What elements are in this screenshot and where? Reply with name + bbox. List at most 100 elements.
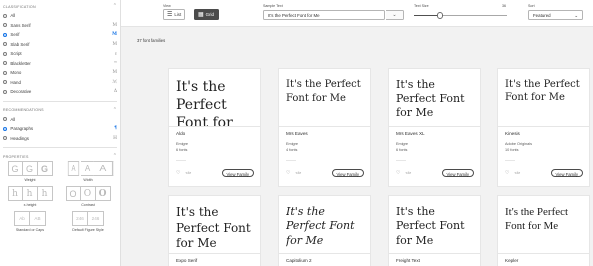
default-figure-style-option[interactable]: 246 — [88, 211, 104, 226]
view-label: View — [163, 4, 171, 8]
radio-button[interactable] — [3, 42, 8, 47]
foundry-name[interactable]: Adobe Originals — [505, 142, 532, 147]
code-icon[interactable]: </> — [295, 170, 301, 176]
radio-button[interactable] — [3, 23, 8, 28]
heart-icon[interactable]: ♡ — [396, 170, 400, 176]
classification-option-hand[interactable]: Hand ℳ — [0, 78, 120, 88]
font-card-capitolium-2[interactable]: It's the Perfect Font for Me Capitolium 2 — [278, 195, 371, 266]
classification-option-all[interactable]: All — [0, 11, 120, 21]
font-card-mrs-eaves[interactable]: It's the Perfect Font for Me Mrs Eaves Emi… — [278, 68, 371, 187]
font-specimen: It's the Perfect Font for Me — [505, 79, 580, 103]
weight-option[interactable]: G — [7, 161, 23, 176]
chevron-up-icon[interactable]: ⌃ — [113, 107, 117, 113]
radio-button[interactable] — [3, 51, 8, 56]
text-size-slider-thumb[interactable] — [436, 12, 444, 19]
sample-text-input[interactable]: It's the Perfect Font for Me — [263, 10, 385, 20]
radio-button[interactable] — [3, 89, 8, 94]
font-card-kepler[interactable]: It's the Perfect Font for Me Kepler — [497, 195, 590, 266]
radio-button[interactable] — [3, 70, 8, 75]
classification-option-label: All — [10, 13, 16, 19]
classification-option-serif[interactable]: Serif M — [0, 30, 120, 40]
radio-button[interactable] — [3, 126, 8, 131]
font-count: 4 fonts — [286, 148, 298, 152]
heart-icon[interactable]: ♡ — [505, 170, 509, 176]
recommendations-list: All Paragraphs ¶ Headings H — [0, 115, 120, 144]
font-family-name[interactable]: Capitolium 2 — [286, 258, 312, 263]
standard-or-caps-option[interactable]: AB — [30, 211, 46, 226]
view-family-button[interactable]: View Family — [550, 169, 583, 177]
font-card-mrs-eaves-xl[interactable]: It's the Perfect Font for Me Mrs Eaves XL… — [388, 68, 481, 187]
font-family-name[interactable]: Kinesis — [505, 131, 520, 136]
font-family-name[interactable]: Expo Serif — [176, 258, 197, 263]
foundry-name[interactable]: Emigre — [286, 142, 298, 147]
chevron-up-icon[interactable]: ⌃ — [113, 154, 117, 159]
font-card-expo-serif[interactable]: It's the Perfect Font for Me Expo Serif — [168, 195, 261, 266]
contrast-option[interactable]: O — [65, 186, 81, 201]
view-family-button[interactable]: View Family — [221, 169, 254, 177]
chevron-down-icon: ⌄ — [392, 12, 397, 18]
font-family-name[interactable]: Aldo — [176, 131, 185, 136]
divider — [3, 147, 117, 148]
serif-glyph-icon: M — [112, 32, 117, 38]
specimen-divider — [498, 253, 589, 254]
font-card-freight-text[interactable]: It's the Perfect Font for Me Freight Text — [388, 195, 481, 266]
recommendations-option-paragraphs[interactable]: Paragraphs ¶ — [0, 124, 120, 134]
radio-button[interactable] — [3, 80, 8, 85]
font-card-kinesis[interactable]: It's the Perfect Font for Me Kinesis Adobe… — [497, 68, 590, 187]
radio-button[interactable] — [3, 61, 8, 66]
chevron-up-icon[interactable]: ⌃ — [113, 4, 117, 9]
sample-text-dropdown[interactable]: ⌄ — [386, 10, 404, 20]
heart-icon[interactable]: ♡ — [176, 170, 180, 176]
radio-button[interactable] — [3, 117, 8, 122]
weight-option[interactable]: G — [37, 161, 53, 176]
view-family-button[interactable]: View Family — [441, 169, 474, 177]
classification-option-script[interactable]: Script ℓ — [0, 49, 120, 59]
properties-header[interactable]: PROPERTIES ⌃ — [0, 152, 120, 161]
code-icon[interactable]: </> — [514, 170, 520, 176]
classification-header[interactable]: CLASSIFICATION ⌃ — [0, 2, 120, 11]
radio-button[interactable] — [3, 136, 8, 141]
recommendations-option-all[interactable]: All — [0, 115, 120, 125]
view-family-button[interactable]: View Family — [331, 169, 364, 177]
classification-option-decorative[interactable]: Decorative Δ — [0, 87, 120, 97]
font-family-name[interactable]: Kepler — [505, 258, 518, 263]
classification-option-slab-serif[interactable]: Slab Serif M — [0, 40, 120, 50]
sort-select[interactable]: Featured ⌄ — [528, 10, 583, 20]
width-label: Width — [83, 178, 93, 182]
specimen-divider — [498, 126, 589, 127]
grid-view-button[interactable]: ▦ Grid — [194, 9, 219, 20]
font-family-name[interactable]: Mrs Eaves — [286, 131, 308, 136]
contrast-option[interactable]: O — [80, 186, 96, 201]
font-family-name[interactable]: Mrs Eaves XL — [396, 131, 425, 136]
x-height-option[interactable]: h — [22, 186, 38, 201]
contrast-option[interactable]: O — [95, 186, 111, 201]
list-view-button[interactable]: ☰ List — [163, 9, 185, 20]
heart-icon[interactable]: ♡ — [286, 170, 290, 176]
foundry-name[interactable]: Emigre — [176, 142, 188, 147]
classification-option-mono[interactable]: Mono M — [0, 68, 120, 78]
default-figure-style-option[interactable]: 246 — [72, 211, 88, 226]
width-option[interactable]: A — [93, 161, 113, 176]
width-option[interactable]: A — [67, 161, 79, 176]
standard-or-caps-option[interactable]: Ab — [14, 211, 30, 226]
script-glyph-icon: ℓ — [114, 51, 117, 57]
recommendations-header[interactable]: RECOMMENDATIONS ⌃ — [0, 106, 120, 115]
font-card-aldo[interactable]: It's the Perfect Font for Me Aldo Emigre6 … — [168, 68, 261, 187]
paragraphs-glyph-icon: ¶ — [114, 126, 117, 132]
radio-button[interactable] — [3, 13, 8, 18]
code-icon[interactable]: </> — [405, 170, 411, 176]
classification-option-blackletter[interactable]: Blackletter ᵐ — [0, 59, 120, 69]
specimen-divider — [279, 126, 370, 127]
code-icon[interactable]: </> — [185, 170, 191, 176]
font-count: 6 fonts — [176, 148, 188, 152]
recommendations-option-headings[interactable]: Headings H — [0, 134, 120, 144]
classification-option-label: Decorative — [10, 89, 32, 95]
weight-option[interactable]: G — [22, 161, 38, 176]
x-height-option[interactable]: h — [7, 186, 23, 201]
x-height-option[interactable]: h — [37, 186, 53, 201]
foundry-name[interactable]: Emigre — [396, 142, 408, 147]
font-family-name[interactable]: Freight Text — [396, 258, 420, 263]
weight-options: GGG — [7, 161, 53, 176]
radio-button[interactable] — [3, 32, 8, 37]
classification-option-sans-serif[interactable]: Sans Serif M — [0, 21, 120, 31]
